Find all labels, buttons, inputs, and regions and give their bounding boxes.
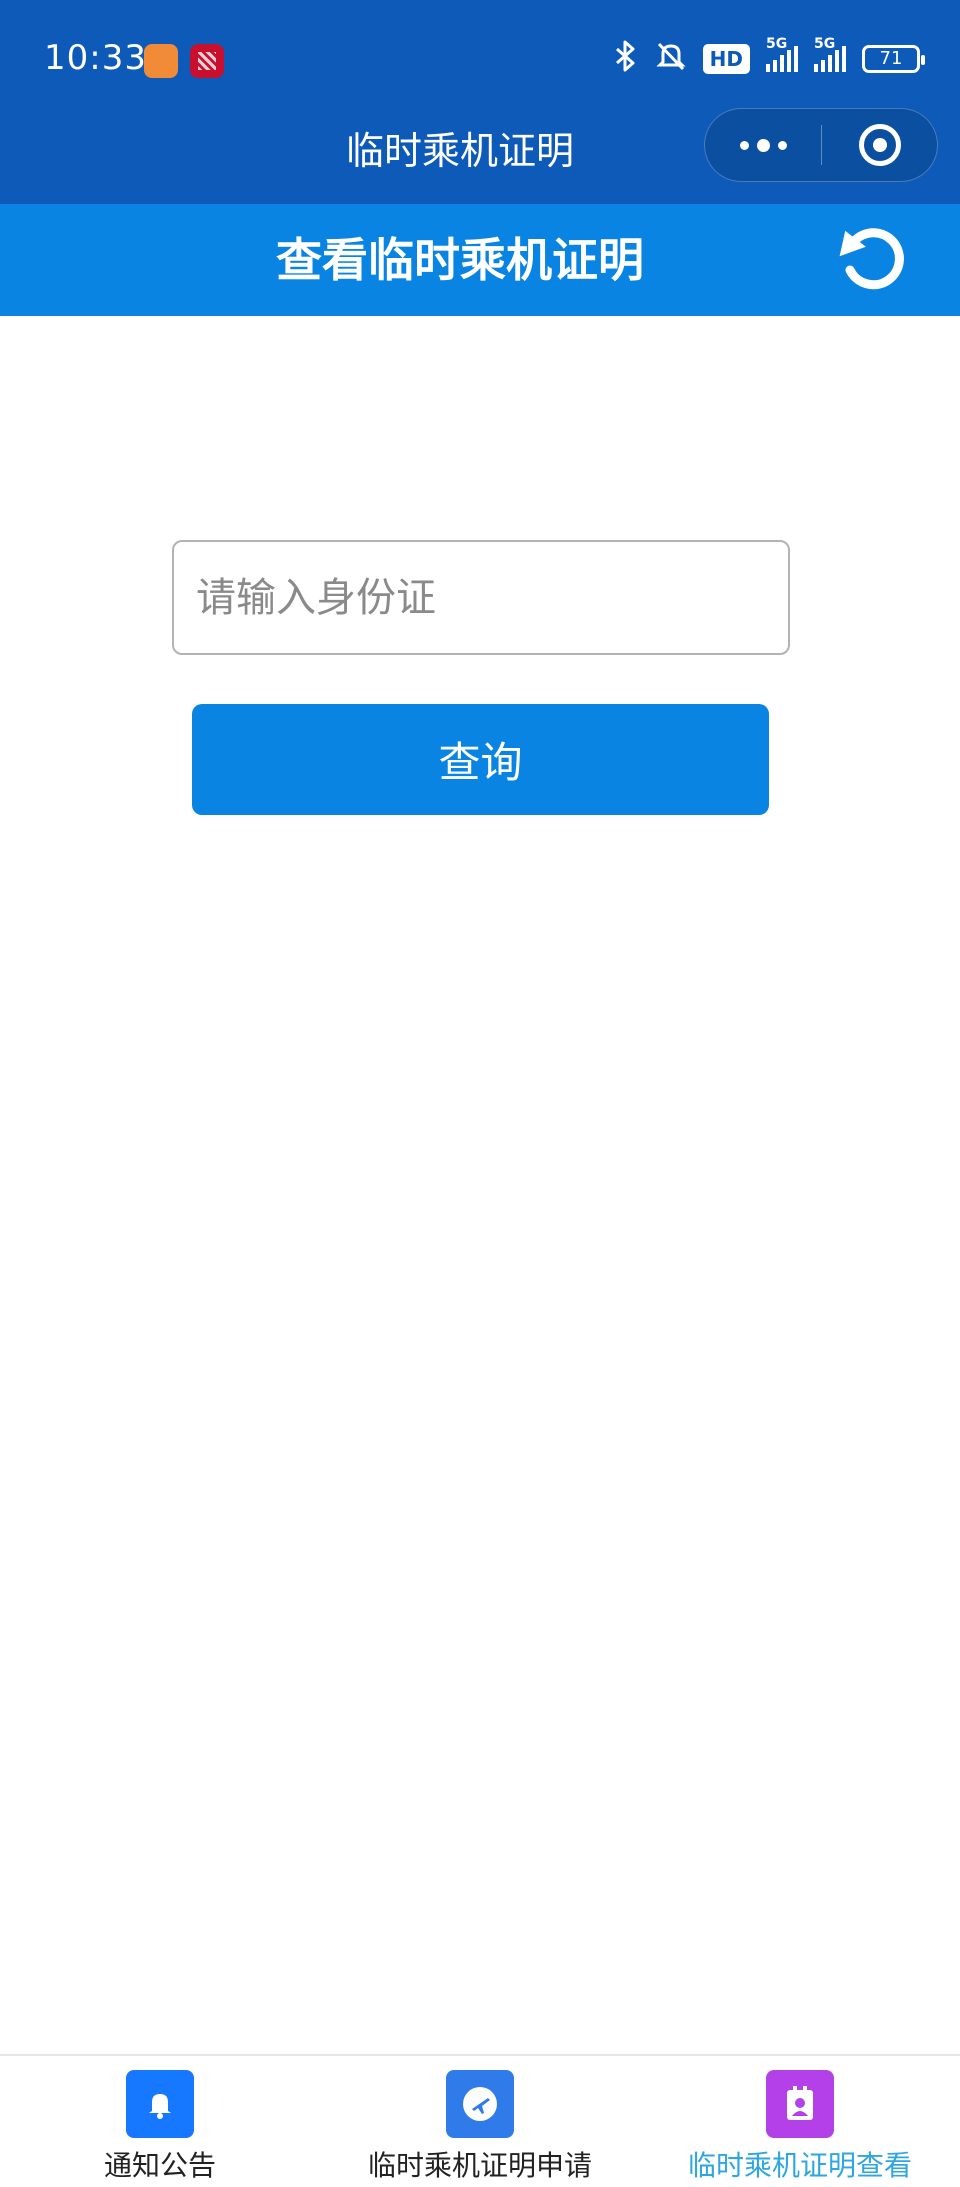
- id-card-icon: [766, 2070, 834, 2138]
- id-number-input[interactable]: [172, 540, 790, 655]
- top-bar: 10:33 HD 5G 5G 71 临时乘机证明: [0, 0, 960, 204]
- shopping-app-icon: [144, 44, 178, 78]
- query-button[interactable]: 查询: [192, 704, 769, 815]
- tab-label-view: 临时乘机证明查看: [687, 2149, 912, 2182]
- bell-icon: [126, 2070, 194, 2138]
- status-time: 10:33: [44, 38, 147, 78]
- page-title: 查看临时乘机证明: [276, 233, 644, 287]
- tab-label-apply: 临时乘机证明申请: [367, 2149, 592, 2182]
- tab-apply-certificate[interactable]: 临时乘机证明申请: [340, 2070, 620, 2187]
- tab-notices[interactable]: 通知公告: [60, 2070, 260, 2187]
- mini-program-capsule: [704, 108, 938, 182]
- bottom-tab-bar: 通知公告 临时乘机证明申请 临时乘机证明查看: [0, 2054, 960, 2187]
- bluetooth-icon: [613, 40, 639, 77]
- refresh-icon: [839, 228, 904, 290]
- refresh-button[interactable]: [830, 216, 910, 296]
- hd-voice-icon: HD: [702, 43, 750, 74]
- signal-label-2: 5G: [814, 35, 836, 52]
- battery-level: 71: [879, 48, 903, 69]
- status-icons: HD 5G 5G 71: [613, 36, 925, 77]
- tab-view-certificate[interactable]: 临时乘机证明查看: [660, 2070, 940, 2187]
- more-menu-button[interactable]: [705, 109, 821, 181]
- battery-icon: 71: [862, 44, 925, 73]
- target-circle-icon: [858, 124, 901, 166]
- app-notification-icon: [190, 44, 224, 78]
- nav-title: 临时乘机证明: [345, 129, 574, 173]
- close-mini-program-button[interactable]: [822, 124, 937, 166]
- signal-icon-1: 5G: [766, 36, 798, 72]
- tab-label-notices: 通知公告: [103, 2149, 216, 2182]
- signal-label-1: 5G: [766, 35, 788, 52]
- signal-icon-2: 5G: [814, 36, 846, 72]
- bell-muted-icon: [655, 40, 687, 77]
- page-header: 查看临时乘机证明: [0, 204, 960, 316]
- airplane-icon: [446, 2070, 514, 2138]
